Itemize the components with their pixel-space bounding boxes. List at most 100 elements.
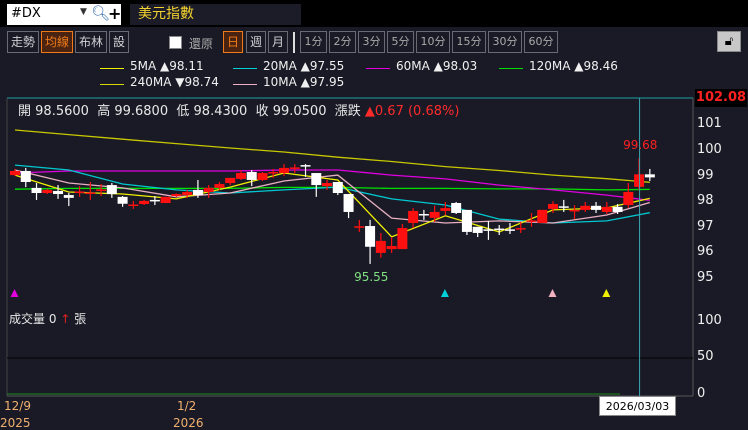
candle-body [526, 220, 537, 222]
open-value: 98.5600 [35, 104, 89, 119]
mode-button[interactable]: 布林 [75, 31, 107, 53]
candle-body [117, 196, 128, 204]
candle-body [397, 228, 408, 250]
candle-body [257, 173, 268, 180]
candle-body [558, 206, 569, 208]
candle-body [42, 189, 53, 194]
candle-body [31, 187, 42, 194]
candle-body [85, 192, 96, 194]
candle-body [300, 165, 311, 167]
close-value: 99.0500 [272, 104, 327, 119]
volume-tick-label: 0 [697, 386, 706, 401]
legend-value: 98.03 [442, 59, 478, 73]
candle-body [332, 182, 343, 194]
interval-button[interactable]: 30分 [488, 31, 522, 53]
interval-button[interactable]: 15分 [452, 31, 486, 53]
interval-button[interactable]: 1分 [300, 31, 327, 53]
legend-line [100, 68, 124, 69]
legend-item: 120MA ▲98.46 [529, 59, 618, 73]
legend-line [233, 68, 257, 69]
interval-button[interactable]: 2分 [329, 31, 356, 53]
legend-name: 10MA [263, 75, 297, 89]
candle-body [418, 214, 429, 216]
candle-body [343, 194, 354, 212]
legend-direction: ▲ [300, 75, 310, 89]
candle-body [63, 195, 74, 198]
candle-body [160, 196, 171, 203]
legend-value: 97.55 [309, 59, 345, 73]
candle-body [591, 205, 602, 210]
legend-name: 20MA [263, 59, 297, 73]
price-tick-label: 100 [697, 142, 722, 157]
interval-button[interactable]: 5分 [387, 31, 414, 53]
candle-body [386, 246, 397, 250]
candle-body [20, 170, 31, 182]
legend-direction: ▲ [160, 59, 170, 73]
legend-name: 60MA [396, 59, 430, 73]
legend-line [100, 84, 124, 85]
candle-body [268, 172, 279, 174]
candle-body [537, 209, 548, 223]
candle-body [235, 173, 246, 179]
volume-tick-label: 100 [697, 313, 722, 328]
legend-line [366, 68, 390, 69]
candle-body [171, 194, 182, 197]
candle-body [192, 189, 203, 196]
candle-body [644, 174, 655, 178]
mode-button[interactable]: 設 [109, 31, 129, 53]
ma-line-10ma [14, 169, 650, 224]
change-label: 漲跌 [334, 104, 361, 119]
period-button[interactable]: 日 [223, 31, 243, 53]
legend-item: 240MA ▼98.74 [130, 75, 219, 89]
period-button[interactable]: 週 [246, 31, 266, 53]
candle-body [472, 226, 483, 233]
period-button[interactable]: 月 [268, 31, 288, 53]
candle-body [225, 177, 236, 184]
x-axis-year: 2026 [173, 416, 204, 430]
close-label: 收 [255, 104, 269, 119]
candle-body [375, 240, 386, 253]
x-axis-date: 12/9 [4, 399, 31, 413]
price-tick-label: 96 [697, 244, 714, 260]
signal-marker-icon [440, 289, 449, 297]
legend-value: 98.74 [184, 75, 219, 89]
low-value: 98.4300 [193, 104, 248, 119]
legend-value: 97.95 [309, 75, 345, 89]
legend-value: 98.46 [583, 59, 618, 73]
mode-button[interactable]: 均線 [41, 31, 73, 53]
candle-body [623, 191, 634, 206]
legend-line [233, 84, 257, 85]
x-axis-date: 1/2 [177, 399, 197, 413]
candle-body [10, 170, 20, 176]
candle-body [279, 167, 289, 174]
candle-body [149, 199, 160, 202]
price-annotation-high: 99.68 [623, 138, 658, 153]
ohlc-info-bar: 開 98.5600 高 99.6800 低 98.4300 收 99.0500 … [18, 100, 459, 119]
candle-body [365, 226, 376, 247]
signal-marker-icon [10, 289, 19, 297]
candle-body [451, 202, 462, 213]
high-value: 99.6800 [114, 104, 169, 119]
candle-body [182, 191, 193, 196]
candle-body [429, 211, 440, 218]
candle-body [74, 191, 85, 193]
legend-item: 20MA ▲97.55 [263, 59, 344, 73]
legend-name: 5MA [130, 59, 157, 73]
candlestick-chart[interactable] [0, 0, 748, 429]
legend-direction: ▲ [433, 59, 443, 73]
legend-item: 10MA ▲97.95 [263, 75, 344, 89]
interval-button[interactable]: 60分 [524, 31, 558, 53]
price-tick-label: 99 [697, 167, 714, 183]
interval-button[interactable]: 10分 [416, 31, 450, 53]
mode-button[interactable]: 走勢 [7, 31, 39, 53]
candle-body [569, 209, 580, 212]
candle-body [53, 190, 64, 195]
interval-button[interactable]: 3分 [358, 31, 385, 53]
price-tick-label: 101 [697, 116, 722, 132]
candle-body [354, 226, 365, 228]
price-tick-label: 95 [697, 270, 714, 285]
candle-body [461, 209, 472, 232]
up-arrow-icon: ↑ [60, 312, 71, 326]
candle-body [214, 184, 225, 188]
candle-body [494, 228, 505, 231]
